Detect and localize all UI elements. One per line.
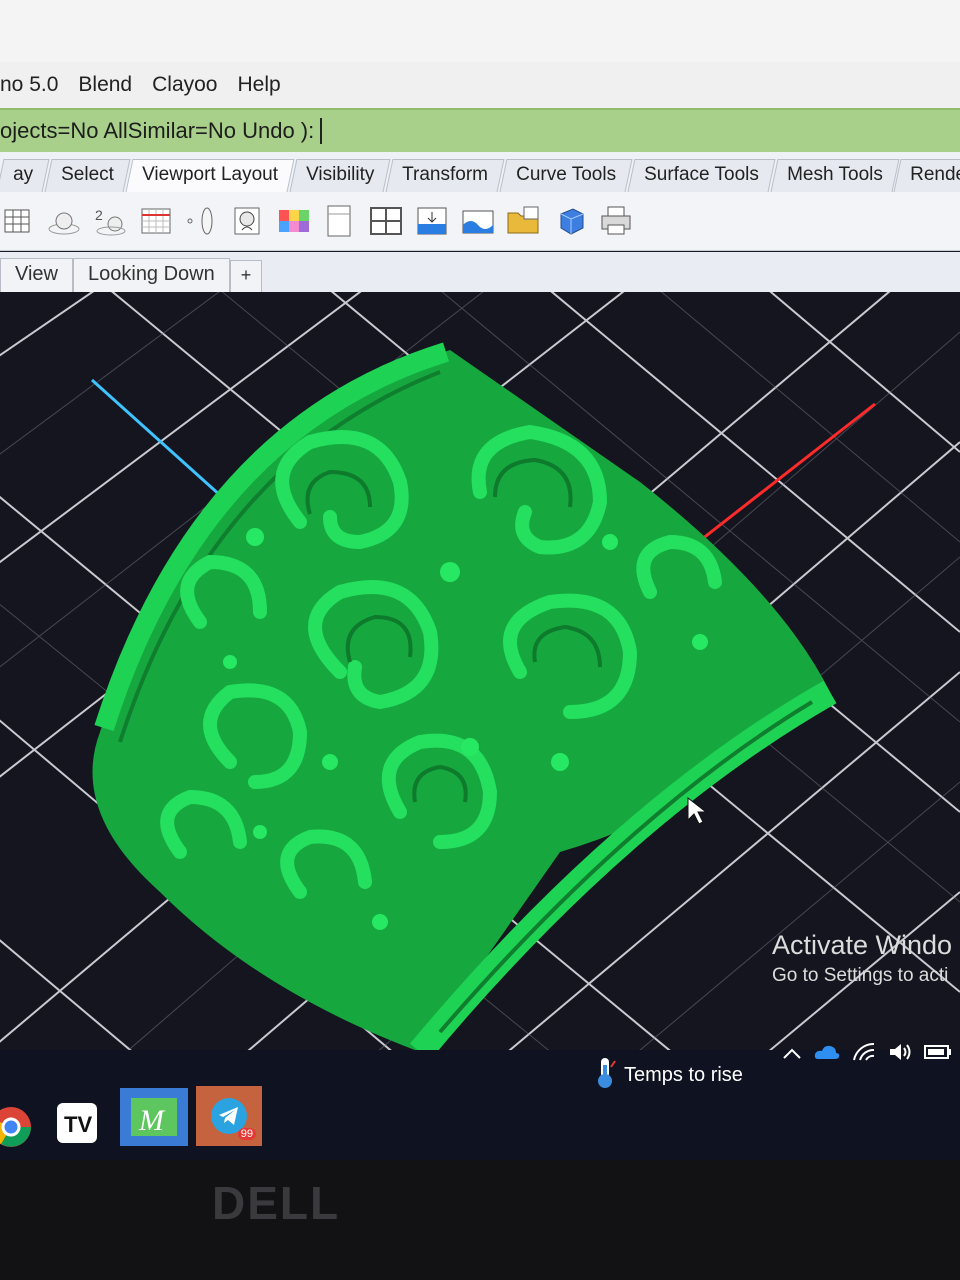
- menu-item-app[interactable]: no 5.0: [0, 73, 58, 97]
- viewport-water-icon[interactable]: [414, 203, 450, 239]
- battery-icon[interactable]: [924, 1044, 952, 1065]
- weather-text: Temps to rise: [624, 1063, 743, 1086]
- viewport-tabs: View Looking Down +: [0, 252, 960, 292]
- monitor-screen: no 5.0 Blend Clayoo Help ojects=No AllSi…: [0, 0, 960, 1160]
- brand-logo: DELL: [212, 1177, 341, 1229]
- tab-transform[interactable]: Transform: [385, 159, 505, 192]
- viewport-tab-view[interactable]: View: [0, 258, 73, 292]
- page-icon[interactable]: [322, 203, 358, 239]
- tab-mesh-tools[interactable]: Mesh Tools: [770, 159, 899, 192]
- command-prompt-text: ojects=No AllSimilar=No Undo ):: [0, 118, 315, 143]
- svg-text:TV: TV: [64, 1112, 92, 1137]
- m-app-icon[interactable]: M: [120, 1088, 188, 1146]
- onedrive-icon[interactable]: [814, 1043, 840, 1066]
- viewport-wave-icon[interactable]: [460, 203, 496, 239]
- telegram-badge: 99: [237, 1128, 256, 1140]
- watermark-title: Activate Windo: [772, 930, 953, 960]
- tab-surface-tools[interactable]: Surface Tools: [627, 159, 776, 192]
- chrome-icon[interactable]: [0, 1100, 42, 1154]
- command-line[interactable]: ojects=No AllSimilar=No Undo ):: [0, 108, 960, 154]
- svg-text:2: 2: [95, 207, 103, 223]
- points-icon[interactable]: 2: [92, 203, 128, 239]
- watermark-subtitle: Go to Settings to acti: [772, 965, 949, 986]
- wifi-icon[interactable]: [852, 1042, 876, 1067]
- grid-icon[interactable]: [0, 203, 36, 239]
- chevron-up-icon[interactable]: [782, 1044, 802, 1065]
- viewport-tab-looking-down[interactable]: Looking Down: [73, 258, 230, 292]
- sphere-icon[interactable]: [46, 203, 82, 239]
- text-caret: [320, 118, 323, 144]
- system-tray: E: [782, 1042, 960, 1067]
- printer-icon[interactable]: [598, 203, 634, 239]
- ring-model[interactable]: [92, 342, 837, 1061]
- tab-display[interactable]: ay: [0, 159, 50, 192]
- grid-layout-icon[interactable]: [138, 203, 174, 239]
- viewport-canvas[interactable]: Activate Windo Go to Settings to acti: [0, 292, 960, 1092]
- title-bar: [0, 0, 960, 62]
- volume-icon[interactable]: [888, 1042, 912, 1067]
- tab-visibility[interactable]: Visibility: [289, 159, 391, 192]
- thermometer-icon: [594, 1055, 616, 1095]
- toolbar-tabs: ay Select Viewport Layout Visibility Tra…: [0, 152, 960, 192]
- menu-item-clayoo[interactable]: Clayoo: [152, 73, 217, 97]
- svg-text:M: M: [138, 1104, 166, 1137]
- four-viewports-icon[interactable]: [368, 203, 404, 239]
- menu-item-blend[interactable]: Blend: [78, 73, 132, 97]
- add-viewport-button[interactable]: +: [229, 260, 263, 292]
- mouse-cursor: [687, 796, 708, 825]
- tab-curve-tools[interactable]: Curve Tools: [499, 159, 633, 192]
- menu-bar: no 5.0 Blend Clayoo Help: [0, 62, 960, 108]
- tab-render-tools[interactable]: Render Tools: [893, 159, 960, 192]
- tab-viewport-layout[interactable]: Viewport Layout: [125, 159, 295, 192]
- tradingview-icon[interactable]: TV: [46, 1096, 108, 1150]
- cube-icon[interactable]: [552, 203, 588, 239]
- face-icon[interactable]: [230, 203, 266, 239]
- windows-activation-watermark: Activate Windo Go to Settings to acti: [772, 930, 952, 987]
- weather-widget[interactable]: Temps to rise: [594, 1055, 743, 1095]
- toolbar: 2: [0, 192, 960, 251]
- monitor-bezel: DELL: [0, 1160, 960, 1280]
- folder-icon[interactable]: [506, 203, 542, 239]
- x-axis-line: [687, 402, 876, 552]
- telegram-icon[interactable]: 99: [196, 1086, 262, 1146]
- lens-icon[interactable]: [184, 203, 220, 239]
- color-grid-icon[interactable]: [276, 203, 312, 239]
- menu-item-help[interactable]: Help: [237, 73, 280, 97]
- tab-select[interactable]: Select: [44, 159, 131, 192]
